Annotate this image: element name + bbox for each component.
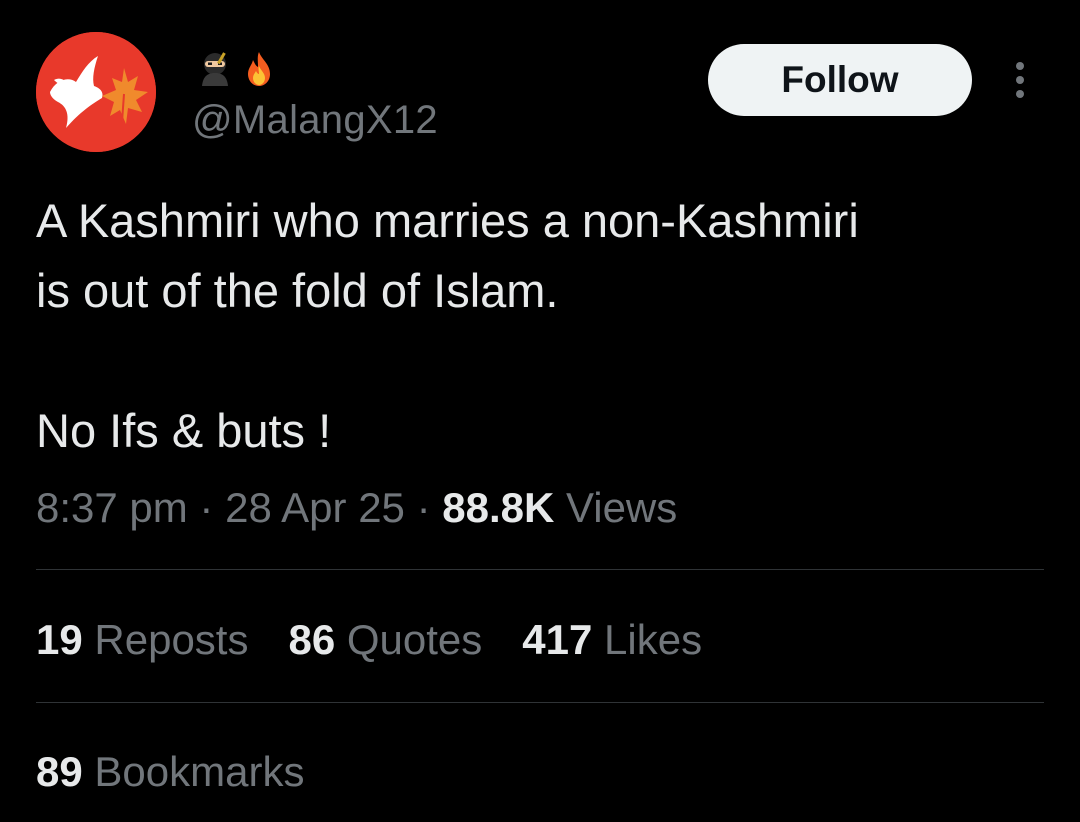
tweet-date[interactable]: 28 Apr 25 bbox=[225, 484, 405, 531]
quotes-label: Quotes bbox=[346, 616, 483, 663]
reposts-count: 19 bbox=[36, 616, 83, 663]
divider bbox=[36, 569, 1044, 570]
reposts-label: Reposts bbox=[94, 616, 249, 663]
bookmarks-count: 89 bbox=[36, 748, 83, 795]
divider bbox=[36, 702, 1044, 703]
quotes-stat[interactable]: 86 Quotes bbox=[288, 612, 482, 668]
engagement-stats: 19 Reposts 86 Quotes 417 Likes bbox=[36, 612, 702, 668]
meta-separator: · bbox=[404, 484, 443, 531]
dove-maple-leaf-avatar-icon bbox=[36, 32, 156, 152]
ninja-icon bbox=[196, 50, 234, 88]
tweet-line: No Ifs & buts ! bbox=[36, 404, 332, 457]
display-name[interactable] bbox=[196, 48, 278, 90]
likes-count: 417 bbox=[522, 616, 593, 663]
user-handle[interactable]: @MalangX12 bbox=[192, 96, 438, 144]
bookmarks-stat[interactable]: 89 Bookmarks bbox=[36, 744, 304, 800]
tweet-time[interactable]: 8:37 pm bbox=[36, 484, 188, 531]
tweet-line: A Kashmiri who marries a non-Kashmiri bbox=[36, 194, 859, 247]
views-label: Views bbox=[554, 484, 678, 531]
quotes-count: 86 bbox=[288, 616, 336, 663]
likes-stat[interactable]: 417 Likes bbox=[522, 612, 702, 668]
reposts-stat[interactable]: 19 Reposts bbox=[36, 612, 248, 668]
views-count: 88.8K bbox=[442, 484, 555, 531]
tweet-text: A Kashmiri who marries a non-Kashmiri is… bbox=[36, 186, 1046, 466]
fire-icon bbox=[240, 50, 278, 88]
bookmarks-label: Bookmarks bbox=[94, 748, 305, 795]
follow-button[interactable]: Follow bbox=[708, 44, 972, 116]
avatar[interactable] bbox=[36, 32, 156, 152]
tweet-line: is out of the fold of Islam. bbox=[36, 264, 559, 317]
likes-label: Likes bbox=[604, 616, 703, 663]
more-vertical-icon[interactable] bbox=[1004, 58, 1036, 102]
meta-separator: · bbox=[187, 484, 226, 531]
tweet-meta: 8:37 pm · 28 Apr 25 · 88.8K Views bbox=[36, 480, 677, 536]
